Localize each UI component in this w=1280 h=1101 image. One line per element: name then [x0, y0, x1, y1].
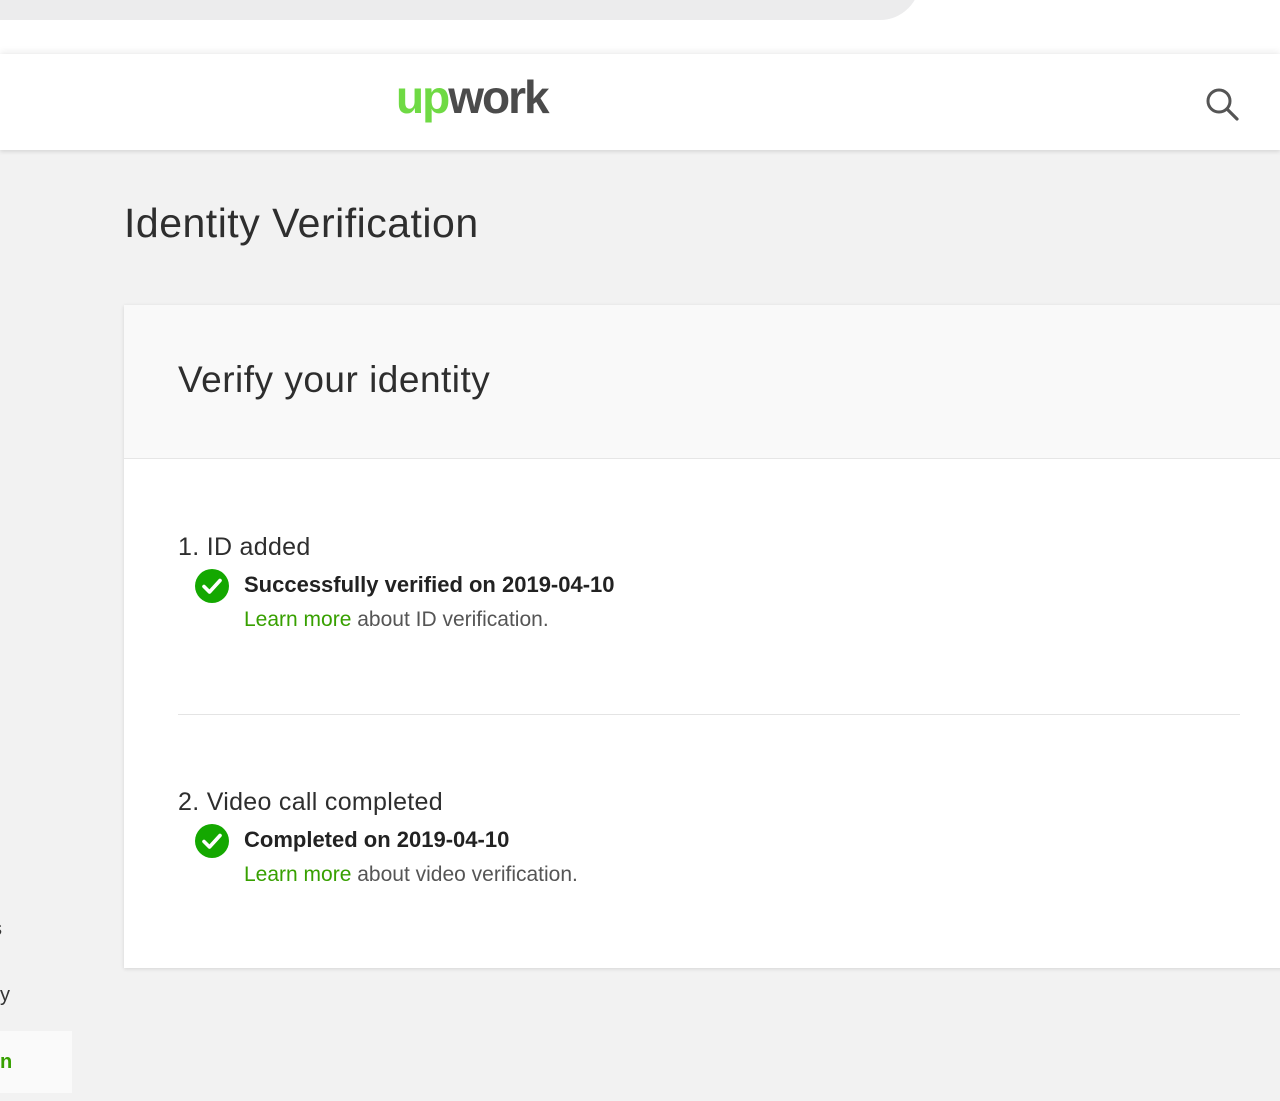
learn-more-line: Learn more about ID verification. [244, 608, 878, 632]
logo-up-text: up [396, 71, 450, 123]
sidebar-item-active[interactable]: n [0, 1031, 72, 1093]
step-title: 1. ID added [178, 533, 311, 561]
step-id-added: 1. ID added Successfully verified on 201… [178, 533, 878, 632]
learn-more-suffix: about ID verification. [351, 608, 549, 631]
search-icon [1206, 88, 1239, 121]
page-title: Identity Verification [124, 200, 479, 246]
top-header: up work [0, 54, 1280, 150]
step-title: 2. Video call completed [178, 788, 443, 816]
learn-more-link[interactable]: Learn more [244, 863, 351, 886]
status-text: Successfully verified on 2019-04-10 [244, 572, 615, 597]
verification-card: Verify your identity 1. ID added Success… [124, 305, 1280, 968]
step-status: Completed on 2019-04-10 [178, 823, 878, 858]
logo-work-text: work [448, 71, 549, 123]
card-title: Verify your identity [178, 359, 491, 400]
learn-more-line: Learn more about video verification. [244, 863, 878, 887]
card-header: Verify your identity [124, 305, 1280, 459]
learn-more-suffix: about video verification. [351, 863, 578, 886]
sidebar-item-label: n [0, 1051, 13, 1073]
browser-chrome [0, 0, 1280, 54]
divider [178, 714, 1240, 715]
upwork-logo[interactable]: up work [396, 70, 550, 130]
learn-more-link[interactable]: Learn more [244, 608, 351, 631]
step-status: Successfully verified on 2019-04-10 [178, 568, 878, 603]
address-bar[interactable] [0, 0, 920, 20]
sidebar-item[interactable]: y [0, 984, 10, 1007]
check-circle-icon [195, 569, 229, 603]
search-button[interactable] [1198, 80, 1246, 128]
sidebar-item[interactable]: s [0, 918, 2, 941]
step-video-call: 2. Video call completed Completed on 201… [178, 788, 878, 887]
status-text: Completed on 2019-04-10 [244, 827, 510, 852]
check-circle-icon [195, 824, 229, 858]
